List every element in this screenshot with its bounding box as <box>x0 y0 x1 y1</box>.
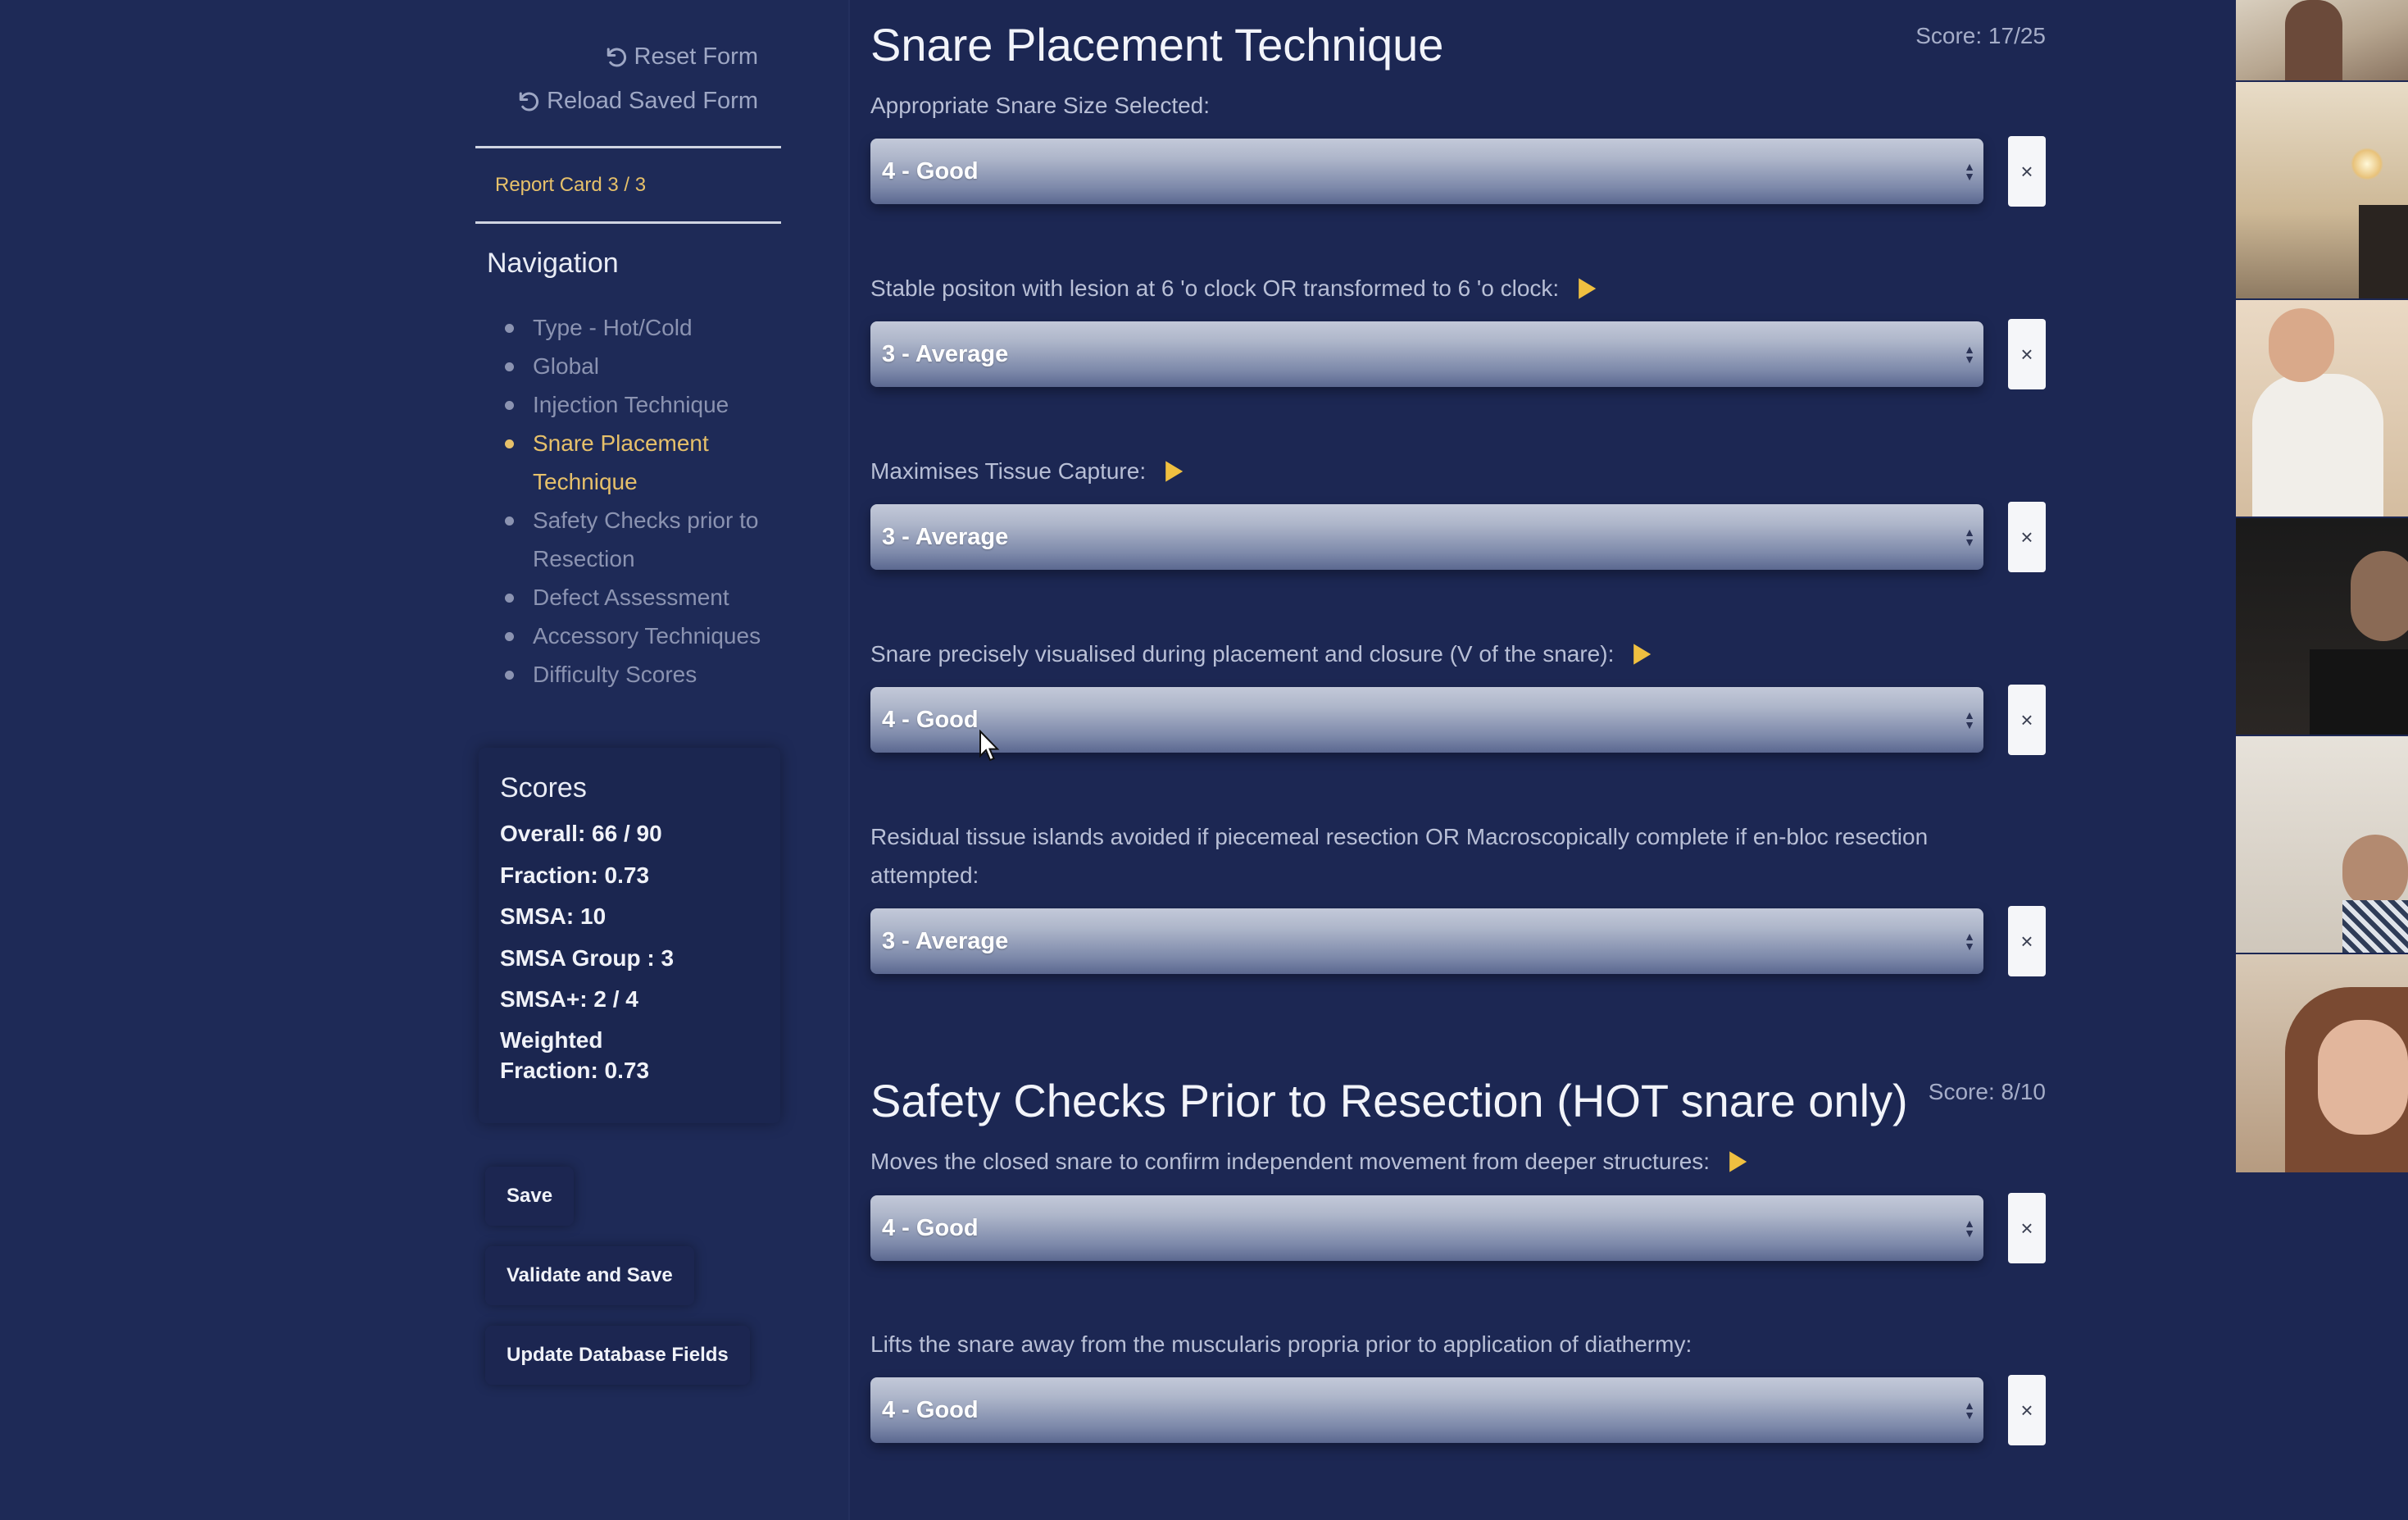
question-label: Moves the closed snare to confirm indepe… <box>870 1142 2018 1181</box>
section-score-snare-placement: Score: 17/25 <box>1915 23 2046 48</box>
score-fraction: Fraction: 0.73 <box>500 862 650 888</box>
navigation-list: Type - Hot/Cold Global Injection Techniq… <box>505 308 784 694</box>
select-arrows-icon: ▲ ▼ <box>1964 160 1975 183</box>
rating-select-value: 4 - Good <box>882 706 979 733</box>
divider <box>475 146 781 148</box>
undo-icon <box>607 48 626 66</box>
participant-video-tile <box>2236 300 2408 517</box>
section-title-snare-placement: Snare Placement Technique <box>870 19 1444 71</box>
rating-select[interactable]: 4 - Good ▲ ▼ <box>870 1195 1983 1261</box>
question-label: Snare precisely visualised during placem… <box>870 635 2018 673</box>
rating-select-value: 3 - Average <box>882 927 1009 954</box>
play-icon[interactable] <box>1630 643 1653 666</box>
select-arrows-icon: ▲ ▼ <box>1964 526 1975 548</box>
reset-form-label: Reset Form <box>634 43 758 70</box>
rating-select[interactable]: 3 - Average ▲ ▼ <box>870 908 1983 974</box>
divider <box>475 221 781 224</box>
play-icon[interactable] <box>1575 277 1598 300</box>
question-label: Stable positon with lesion at 6 'o clock… <box>870 269 2018 307</box>
select-arrows-icon: ▲ ▼ <box>1964 930 1975 953</box>
reload-saved-form-label: Reload Saved Form <box>547 88 758 114</box>
rating-select[interactable]: 4 - Good ▲ ▼ <box>870 687 1983 753</box>
undo-icon <box>519 92 539 111</box>
clear-button[interactable]: × <box>2008 685 2046 755</box>
clear-button[interactable]: × <box>2008 1375 2046 1445</box>
score-weighted-fraction: Fraction: 0.73 <box>500 1058 650 1083</box>
question-text: Lifts the snare away from the muscularis… <box>870 1331 1692 1357</box>
score-overall: Overall: 66 / 90 <box>500 821 662 846</box>
score-weighted-label: Weighted <box>500 1027 603 1053</box>
question-text: Residual tissue islands avoided if piece… <box>870 824 1929 888</box>
save-button[interactable]: Save <box>485 1167 575 1226</box>
report-card-indicator: Report Card 3 / 3 <box>495 174 647 196</box>
nav-item-defect-assessment[interactable]: Defect Assessment <box>505 578 784 617</box>
navigation-title: Navigation <box>487 248 619 279</box>
nav-item-type-hot-cold[interactable]: Type - Hot/Cold <box>505 308 784 347</box>
clear-button[interactable]: × <box>2008 502 2046 572</box>
video-participants-strip <box>2236 0 2408 1172</box>
question-text: Stable positon with lesion at 6 'o clock… <box>870 275 1560 301</box>
participant-video-tile <box>2236 736 2408 953</box>
score-smsa-plus: SMSA+: 2 / 4 <box>500 986 638 1012</box>
nav-item-snare-placement-technique[interactable]: Snare Placement Technique <box>505 424 784 501</box>
question-text: Appropriate Snare Size Selected: <box>870 93 1211 118</box>
rating-select-value: 3 - Average <box>882 340 1009 367</box>
rating-select[interactable]: 3 - Average ▲ ▼ <box>870 321 1983 387</box>
nav-item-global[interactable]: Global <box>505 347 784 385</box>
question-label: Appropriate Snare Size Selected: <box>870 86 2018 125</box>
clear-button[interactable]: × <box>2008 1193 2046 1263</box>
participant-video-tile <box>2236 518 2408 735</box>
nav-item-injection-technique[interactable]: Injection Technique <box>505 385 784 424</box>
score-smsa: SMSA: 10 <box>500 903 607 929</box>
rating-select[interactable]: 4 - Good ▲ ▼ <box>870 1377 1983 1443</box>
select-arrows-icon: ▲ ▼ <box>1964 1399 1975 1422</box>
question-text: Snare precisely visualised during placem… <box>870 641 1615 667</box>
clear-button[interactable]: × <box>2008 319 2046 389</box>
left-panel: Reset Form Reload Saved Form Report Card… <box>0 0 850 1520</box>
question-label: Maximises Tissue Capture: <box>870 452 2018 490</box>
clear-button[interactable]: × <box>2008 136 2046 207</box>
select-arrows-icon: ▲ ▼ <box>1964 343 1975 366</box>
validate-and-save-button[interactable]: Validate and Save <box>485 1246 694 1305</box>
play-icon[interactable] <box>1726 1150 1749 1173</box>
rating-select-value: 4 - Good <box>882 1214 979 1241</box>
score-smsa-group: SMSA Group : 3 <box>500 945 675 971</box>
question-label: Residual tissue islands avoided if piece… <box>870 817 2018 894</box>
question-text: Maximises Tissue Capture: <box>870 458 1147 484</box>
nav-item-accessory-techniques[interactable]: Accessory Techniques <box>505 617 784 655</box>
play-icon[interactable] <box>1162 460 1185 483</box>
participant-video-tile <box>2236 0 2408 80</box>
clear-button[interactable]: × <box>2008 906 2046 976</box>
rating-select[interactable]: 3 - Average ▲ ▼ <box>870 504 1983 570</box>
rating-select-value: 4 - Good <box>882 157 979 184</box>
participant-video-tile <box>2236 954 2408 1172</box>
update-database-fields-button[interactable]: Update Database Fields <box>485 1326 750 1385</box>
nav-item-safety-checks[interactable]: Safety Checks prior to Resection <box>505 501 784 578</box>
select-arrows-icon: ▲ ▼ <box>1964 1217 1975 1240</box>
rating-select-value: 4 - Good <box>882 1396 979 1423</box>
section-score-safety-checks: Score: 8/10 <box>1928 1079 2046 1104</box>
select-arrows-icon: ▲ ▼ <box>1964 708 1975 731</box>
mouse-pointer-icon <box>979 730 1000 762</box>
nav-item-difficulty-scores[interactable]: Difficulty Scores <box>505 655 784 694</box>
question-label: Lifts the snare away from the muscularis… <box>870 1325 2018 1363</box>
rating-select[interactable]: 4 - Good ▲ ▼ <box>870 139 1983 204</box>
scores-title: Scores <box>500 772 587 803</box>
scores-panel: Scores Overall: 66 / 90 Fraction: 0.73 S… <box>479 748 780 1123</box>
reset-form-button[interactable]: Reset Form <box>603 43 758 71</box>
participant-video-tile <box>2236 82 2408 298</box>
question-text: Moves the closed snare to confirm indepe… <box>870 1149 1711 1174</box>
rating-select-value: 3 - Average <box>882 523 1009 550</box>
reload-saved-form-button[interactable]: Reload Saved Form <box>516 88 758 115</box>
section-title-safety-checks: Safety Checks Prior to Resection (HOT sn… <box>870 1075 1908 1126</box>
